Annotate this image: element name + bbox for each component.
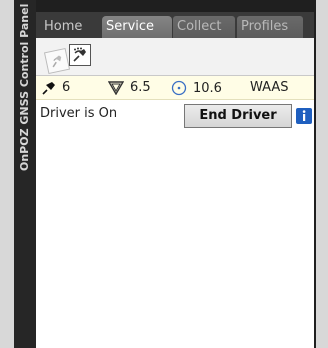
info-icon[interactable] [296, 108, 312, 124]
accuracy-target-icon [171, 80, 187, 96]
satellite-signal-icon [52, 55, 62, 68]
main-tab-bar: Home Service Collect Profiles [36, 12, 314, 38]
panel-sidebar: OnPOZ GNSS Control Panel [14, 0, 36, 348]
satellite-icon [42, 81, 55, 95]
tab-collect[interactable]: Collect [173, 16, 235, 38]
satellite-count-value: 6 [62, 80, 71, 95]
subtab-driver[interactable] [69, 44, 91, 66]
service-content: 6 6.5 10.6 WAAS Driver is On End Driver [36, 38, 314, 348]
driver-status-text: Driver is On [40, 106, 118, 121]
satellite-signal-icon [73, 47, 86, 62]
end-driver-button[interactable]: End Driver [184, 104, 292, 128]
subtab-row [36, 38, 314, 76]
tab-home[interactable]: Home [40, 16, 98, 38]
satellite-count: 6 [42, 80, 70, 95]
subtab-status[interactable] [43, 47, 71, 75]
tab-service[interactable]: Service [102, 16, 172, 38]
pdop-value: 6.5 [130, 80, 151, 95]
correction-cell: WAAS [250, 80, 289, 95]
gnss-status-row: 6 6.5 10.6 WAAS [36, 76, 314, 100]
driver-row: Driver is On End Driver [36, 100, 314, 130]
accuracy-value: 10.6 [193, 80, 222, 96]
pdop-icon [108, 81, 124, 95]
accuracy-cell: 10.6 [171, 80, 222, 96]
panel-title: OnPOZ GNSS Control Panel [18, 4, 31, 172]
tab-profiles[interactable]: Profiles [237, 16, 303, 38]
control-panel-frame: OnPOZ GNSS Control Panel Home Service Co… [14, 0, 316, 348]
pdop-value-cell: 6.5 [108, 80, 151, 95]
correction-source: WAAS [250, 80, 289, 95]
